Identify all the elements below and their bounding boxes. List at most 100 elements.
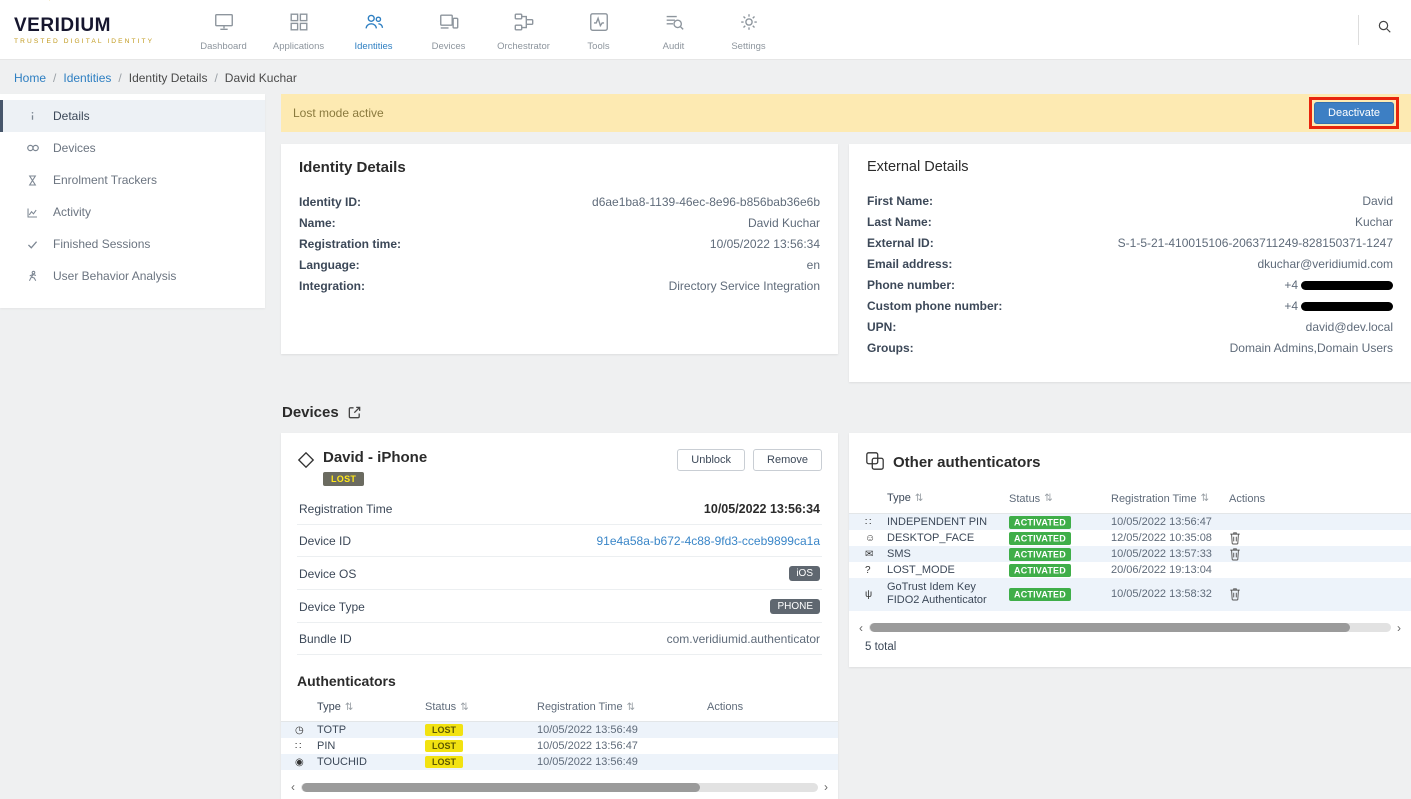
field-label: Phone number:: [867, 278, 955, 292]
registration-time: 10/05/2022 13:56:49: [537, 756, 707, 768]
column-header-status[interactable]: Status⇅: [425, 701, 537, 713]
authenticators-title: Authenticators: [297, 673, 822, 689]
annotation-highlight: Deactivate: [1309, 97, 1399, 129]
sidebar-item-enrolment-trackers[interactable]: Enrolment Trackers: [0, 164, 265, 196]
sidebar-item-user-behavior-analysis[interactable]: User Behavior Analysis: [0, 260, 265, 292]
identities-icon: [363, 11, 385, 38]
breadcrumb-identities[interactable]: Identities: [63, 71, 111, 85]
nav-item-tools[interactable]: Tools: [561, 7, 636, 52]
deactivate-button[interactable]: Deactivate: [1314, 102, 1394, 124]
field-value-redacted: +4: [1284, 278, 1393, 292]
scrollbar-thumb[interactable]: [302, 783, 700, 792]
device-name: David - iPhone: [323, 449, 427, 466]
table-row: ? LOST_MODE ACTIVATED 20/06/2022 19:13:0…: [849, 562, 1411, 578]
sidebar-item-label: Details: [53, 109, 90, 123]
field-row-phone: Phone number: +4: [867, 274, 1393, 295]
running-person-icon: [25, 270, 40, 283]
status-badge: ACTIVATED: [1009, 516, 1071, 529]
breadcrumb: Home / Identities / Identity Details / D…: [0, 60, 1411, 94]
lost-mode-banner-text: Lost mode active: [293, 106, 384, 120]
field-value: S-1-5-21-410015106-2063711249-828150371-…: [1118, 236, 1393, 250]
authenticator-type: INDEPENDENT PIN: [887, 516, 1009, 529]
identity-details-title: Identity Details: [299, 159, 820, 176]
scrollbar-thumb[interactable]: [870, 623, 1350, 632]
sidebar-item-devices[interactable]: Devices: [0, 132, 265, 164]
field-row: Groups:Domain Admins,Domain Users: [867, 337, 1393, 358]
column-header-registration-time[interactable]: Registration Time⇅: [537, 701, 707, 713]
devices-section-label: Devices: [282, 404, 339, 421]
devices-icon: [438, 11, 460, 38]
table-total: 5 total: [865, 641, 1395, 653]
registration-time: 10/05/2022 13:57:33: [1111, 548, 1229, 560]
scrollbar-track[interactable]: [869, 623, 1391, 632]
breadcrumb-home[interactable]: Home: [14, 71, 46, 85]
device-type-badge: PHONE: [770, 599, 820, 614]
nav-item-devices[interactable]: Devices: [411, 7, 486, 52]
authenticator-type: TOTP: [317, 724, 425, 736]
orchestrator-icon: [513, 11, 535, 38]
external-link-icon[interactable]: [347, 405, 362, 420]
field-value: David: [1362, 194, 1393, 208]
trash-icon: [1229, 547, 1241, 561]
field-label: Device ID: [299, 534, 351, 548]
nav-label: Tools: [587, 41, 609, 52]
remove-button[interactable]: Remove: [753, 449, 822, 471]
table-row: ∷ INDEPENDENT PIN ACTIVATED 10/05/2022 1…: [849, 514, 1411, 530]
delete-button[interactable]: [1229, 547, 1241, 561]
device-id-link[interactable]: 91e4a58a-b672-4c88-9fd3-cceb9899ca1a: [596, 534, 820, 548]
search-icon: [1376, 18, 1394, 41]
search-button[interactable]: [1358, 15, 1411, 45]
column-header-status[interactable]: Status⇅: [1009, 493, 1111, 505]
device-field-row: Device OSiOS: [297, 557, 822, 590]
nav-item-applications[interactable]: Applications: [261, 7, 336, 52]
column-header-actions: Actions: [707, 701, 824, 713]
delete-button[interactable]: [1229, 587, 1241, 601]
field-value: Directory Service Integration: [669, 279, 820, 293]
field-row: Language:en: [299, 254, 820, 275]
column-header-type[interactable]: Type⇅: [317, 701, 425, 713]
logo-spark-icon: ✦: [46, 0, 54, 4]
registration-time: 10/05/2022 13:56:47: [1111, 516, 1229, 528]
field-label: Device OS: [299, 567, 356, 581]
field-row: Integration: Directory Service Integratio…: [299, 275, 820, 296]
checkmark-icon: [25, 238, 40, 251]
horizontal-scrollbar: ‹ ›: [285, 782, 834, 792]
field-label: Integration:: [299, 279, 365, 293]
veridium-logo[interactable]: VERIDIUM ✦ TRUSTED DIGITAL IDENTITY: [14, 15, 164, 45]
delete-button[interactable]: [1229, 531, 1241, 545]
scroll-left-arrow[interactable]: ‹: [853, 623, 869, 633]
scroll-right-arrow[interactable]: ›: [818, 782, 834, 792]
independent-pin-icon: ∷: [865, 517, 887, 528]
scroll-left-arrow[interactable]: ‹: [285, 782, 301, 792]
column-header-registration-time[interactable]: Registration Time⇅: [1111, 493, 1229, 505]
sidebar-item-finished-sessions[interactable]: Finished Sessions: [0, 228, 265, 260]
unblock-button[interactable]: Unblock: [677, 449, 745, 471]
nav-item-orchestrator[interactable]: Orchestrator: [486, 7, 561, 52]
device-field-row: Registration Time10/05/2022 13:56:34: [297, 493, 822, 525]
field-row: Last Name:Kuchar: [867, 211, 1393, 232]
horizontal-scrollbar: ‹ ›: [853, 623, 1407, 633]
column-header-type[interactable]: Type⇅: [887, 492, 1009, 505]
field-label: First Name:: [867, 194, 933, 208]
nav-item-dashboard[interactable]: Dashboard: [186, 7, 261, 52]
nav-label: Audit: [663, 41, 685, 52]
nav-item-audit[interactable]: Audit: [636, 7, 711, 52]
registration-time-value: 10/05/2022 13:56:34: [704, 502, 820, 516]
field-label: Language:: [299, 258, 360, 272]
field-row: Email address:dkuchar@veridiumid.com: [867, 253, 1393, 274]
other-authenticators-card: Other authenticators Type⇅ Status⇅ Regis…: [849, 433, 1411, 667]
column-header-actions: Actions: [1229, 493, 1395, 505]
nav-item-identities[interactable]: Identities: [336, 7, 411, 52]
authenticator-type: LOST_MODE: [887, 564, 1009, 577]
scrollbar-track[interactable]: [301, 783, 818, 792]
registration-time: 10/05/2022 13:58:32: [1111, 588, 1229, 600]
sidebar-item-activity[interactable]: Activity: [0, 196, 265, 228]
scroll-right-arrow[interactable]: ›: [1391, 623, 1407, 633]
sidebar-item-details[interactable]: Details: [0, 100, 265, 132]
sms-icon: ✉: [865, 549, 887, 560]
status-badge: ACTIVATED: [1009, 548, 1071, 561]
breadcrumb-separator: /: [214, 71, 217, 85]
field-row: First Name: David: [867, 190, 1393, 211]
nav-item-settings[interactable]: Settings: [711, 7, 786, 52]
registration-time: 10/05/2022 13:56:47: [537, 740, 707, 752]
